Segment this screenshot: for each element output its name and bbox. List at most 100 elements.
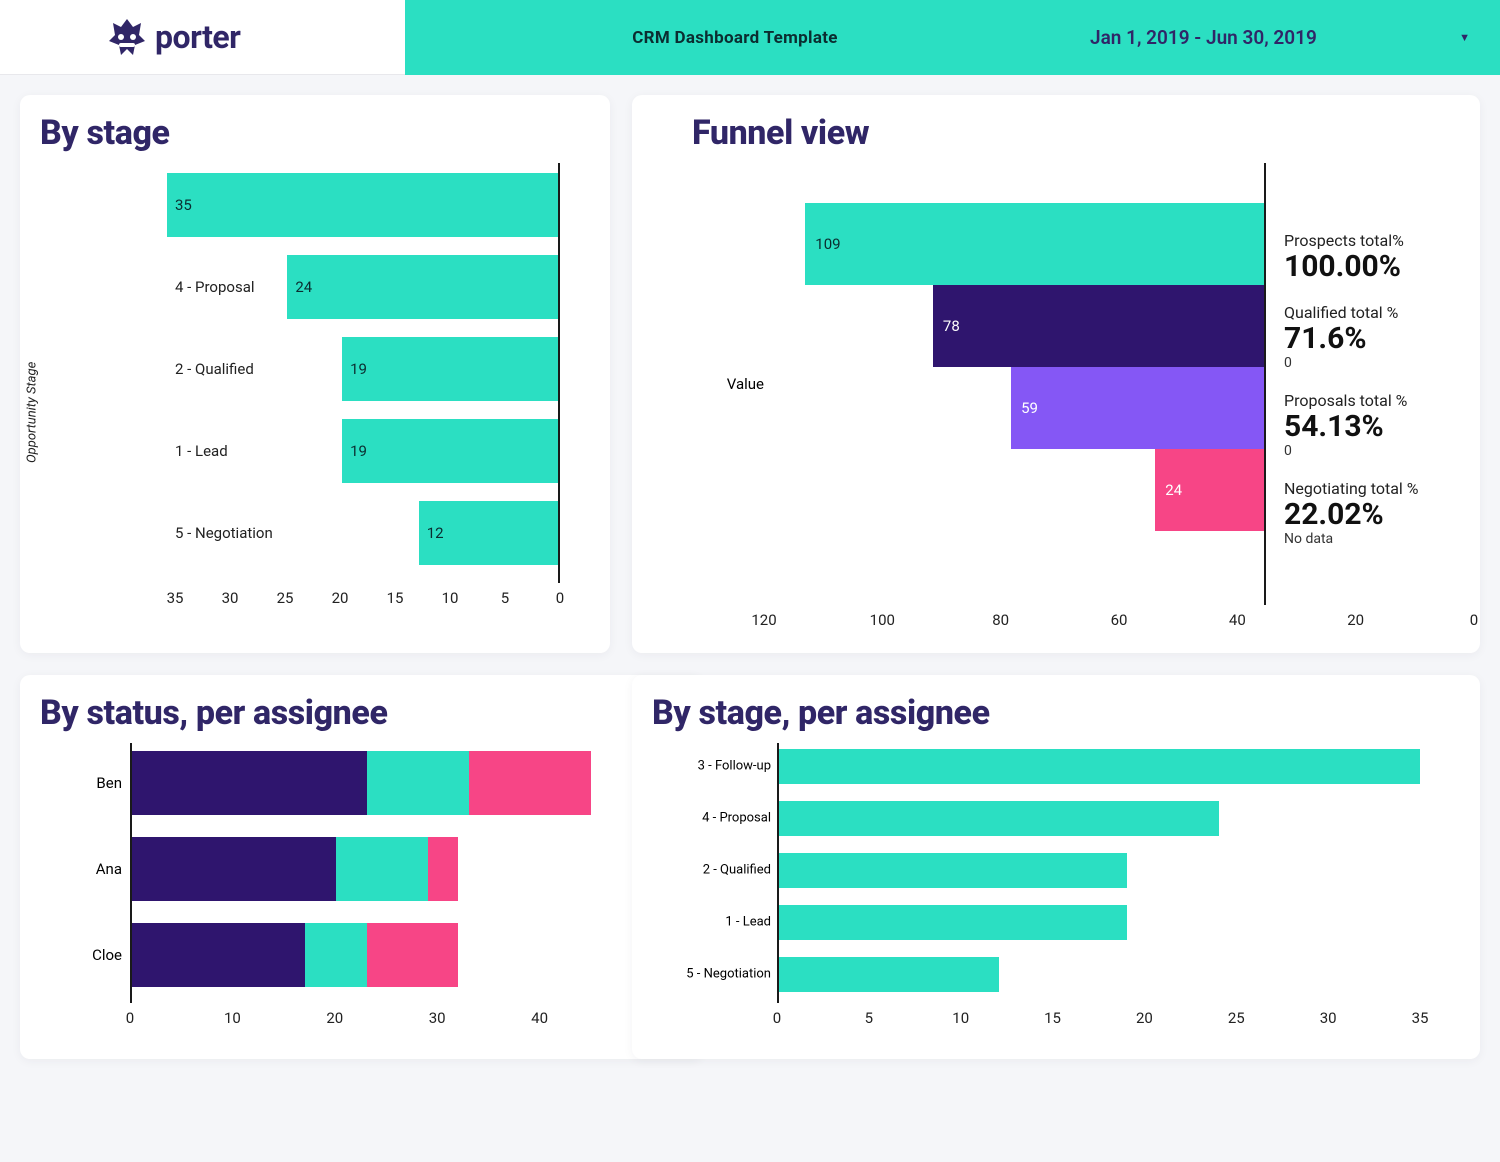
kpi-label: Proposals total % xyxy=(1284,391,1470,410)
by-stage-x-axis: 35302520151050 xyxy=(175,583,560,607)
tick: 35 xyxy=(1412,1009,1429,1027)
kpi-sub: 0 xyxy=(1284,355,1470,371)
row-label: Ana xyxy=(96,860,132,878)
app-root: porter CRM Dashboard Template Jan 1, 201… xyxy=(0,0,1500,1162)
funnel-bars: 109785924 xyxy=(770,163,1266,605)
date-range-value: Jan 1, 2019 - Jun 30, 2019 xyxy=(1090,26,1317,49)
segment xyxy=(132,923,305,987)
topbar: porter CRM Dashboard Template Jan 1, 201… xyxy=(0,0,1500,75)
tick: 0 xyxy=(126,1009,134,1027)
kpi-sub: 0 xyxy=(1284,443,1470,459)
tick: 10 xyxy=(224,1009,241,1027)
kpi-value: 100.00% xyxy=(1284,250,1470,283)
brand-wordmark: porter xyxy=(155,18,240,56)
tick: 30 xyxy=(429,1009,446,1027)
status-assignee-bars: BenAnaCloe xyxy=(130,743,642,1003)
kpi-value: 54.13% xyxy=(1284,410,1470,443)
kpi: Prospects total%100.00% xyxy=(1284,231,1470,283)
bar-label: 3 - Follow-up xyxy=(698,759,779,774)
funnel-x-axis: 120100806040200 xyxy=(764,605,1474,629)
tick: 120 xyxy=(751,611,776,629)
segment xyxy=(367,751,469,815)
card-title: By stage, per assignee xyxy=(652,693,1460,733)
funnel-bar: 59 xyxy=(1011,367,1264,449)
tick: 20 xyxy=(1347,611,1364,629)
by-stage-bars: 3 - Follow-up354 - Proposal242 - Qualifi… xyxy=(175,163,560,583)
tick: 30 xyxy=(1320,1009,1337,1027)
segment xyxy=(305,923,366,987)
funnel-bar: 78 xyxy=(933,285,1264,367)
tick: 0 xyxy=(773,1009,781,1027)
stage-assignee-x-axis: 05101520253035 xyxy=(777,1003,1420,1027)
bar xyxy=(779,853,1127,888)
page-title: CRM Dashboard Template xyxy=(632,28,838,48)
tick: 20 xyxy=(326,1009,343,1027)
kpi: Proposals total %54.13%0 xyxy=(1284,391,1470,459)
funnel-kpis: Prospects total%100.00% Qualified total %… xyxy=(1272,163,1480,605)
row-label: Ben xyxy=(96,774,132,792)
tick: 10 xyxy=(442,589,459,607)
bar-label: 1 - Lead xyxy=(725,915,779,930)
brand: porter xyxy=(0,0,405,75)
tick: 40 xyxy=(531,1009,548,1027)
kpi-label: Qualified total % xyxy=(1284,303,1470,322)
tick: 100 xyxy=(870,611,895,629)
kpi: Qualified total %71.6%0 xyxy=(1284,303,1470,371)
tick: 80 xyxy=(992,611,1009,629)
kpi-value: 22.02% xyxy=(1284,498,1470,531)
bar: 35 xyxy=(167,173,558,237)
tick: 25 xyxy=(1228,1009,1245,1027)
bar-label: 2 - Qualified xyxy=(703,863,779,878)
tick: 60 xyxy=(1111,611,1128,629)
card-by-status-assignee: By status, per assignee BenAnaCloe 01020… xyxy=(20,675,702,1059)
tick: 0 xyxy=(1470,611,1478,629)
bar: 19 xyxy=(342,419,558,483)
tick: 10 xyxy=(952,1009,969,1027)
card-title: Funnel view xyxy=(652,113,1480,153)
kpi-value: 71.6% xyxy=(1284,322,1470,355)
tick: 5 xyxy=(865,1009,873,1027)
axis-y-label: Opportunity Stage xyxy=(25,362,40,463)
row-label: Cloe xyxy=(92,946,132,964)
tick: 20 xyxy=(1136,1009,1153,1027)
stacked-row xyxy=(132,751,591,815)
status-assignee-x-axis: 01020304050 xyxy=(130,1003,642,1027)
porter-logo-icon xyxy=(105,15,149,59)
tick: 20 xyxy=(332,589,349,607)
funnel-y-label: Value xyxy=(652,163,770,605)
bar: 24 xyxy=(287,255,558,319)
bar xyxy=(779,801,1219,836)
tick: 40 xyxy=(1229,611,1246,629)
segment xyxy=(428,837,459,901)
date-range-picker[interactable]: Jan 1, 2019 - Jun 30, 2019 ▼ xyxy=(1065,0,1500,75)
stacked-row xyxy=(132,923,458,987)
tick: 15 xyxy=(1044,1009,1061,1027)
card-title: By stage xyxy=(40,113,590,153)
stacked-row xyxy=(132,837,458,901)
tick: 0 xyxy=(556,589,564,607)
chevron-down-icon: ▼ xyxy=(1459,31,1470,44)
segment xyxy=(132,751,367,815)
segment xyxy=(336,837,428,901)
segment xyxy=(132,837,336,901)
kpi: Negotiating total %22.02%No data xyxy=(1284,479,1470,547)
funnel-bar: 109 xyxy=(805,203,1264,285)
funnel-bar: 24 xyxy=(1155,449,1264,531)
bar xyxy=(779,957,999,992)
bar: 12 xyxy=(419,501,558,565)
card-funnel-view: Funnel view Value 109785924 Prospects to… xyxy=(632,95,1480,653)
page-title-area: CRM Dashboard Template xyxy=(405,0,1065,75)
bar xyxy=(779,749,1420,784)
kpi-label: Prospects total% xyxy=(1284,231,1470,250)
bar: 19 xyxy=(342,337,558,401)
kpi-label: Negotiating total % xyxy=(1284,479,1470,498)
card-by-stage: By stage Opportunity Stage 3 - Follow-up… xyxy=(20,95,610,653)
tick: 5 xyxy=(501,589,509,607)
bar xyxy=(779,905,1127,940)
tick: 35 xyxy=(167,589,184,607)
tick: 25 xyxy=(277,589,294,607)
stage-assignee-bars: 3 - Follow-up4 - Proposal2 - Qualified1 … xyxy=(777,743,1420,1003)
tick: 15 xyxy=(387,589,404,607)
tick: 30 xyxy=(222,589,239,607)
segment xyxy=(367,923,459,987)
